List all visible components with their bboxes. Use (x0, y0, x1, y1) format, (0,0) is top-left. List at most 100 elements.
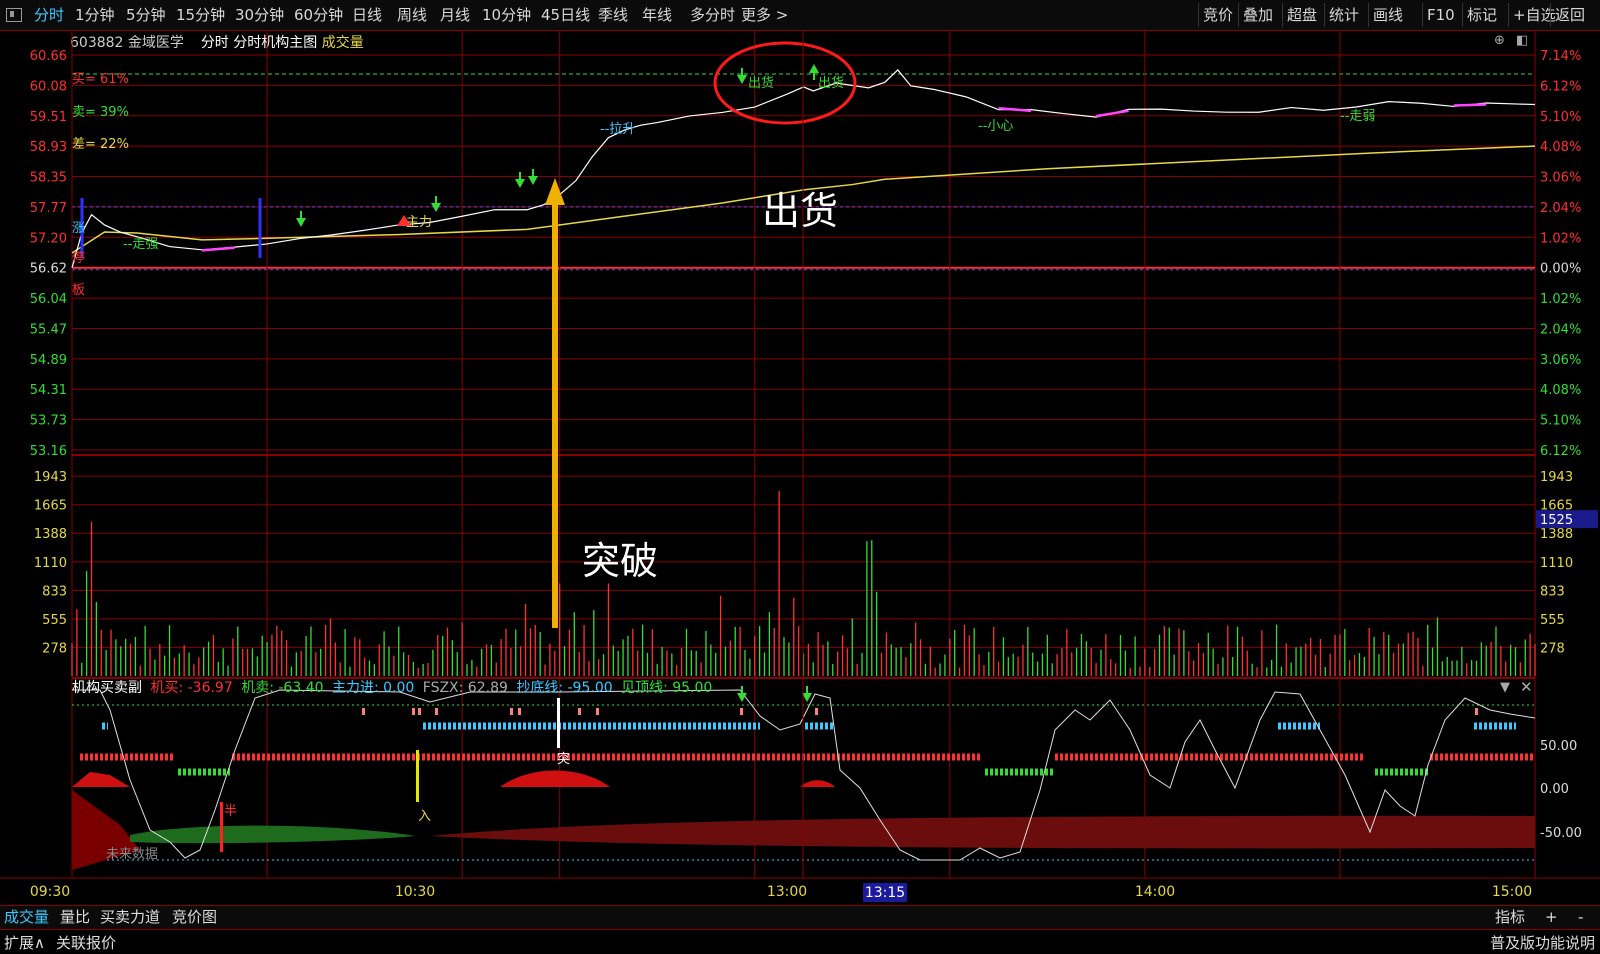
intraday-chart[interactable]: 60.66 7.14% 60.08 6.12% 59.51 5.10% 58.93 4.08%… (0, 30, 1600, 905)
signal-label-weak: --走弱 (1340, 109, 1375, 124)
sub-red-hump-3 (800, 780, 835, 787)
sub-pink-mark (596, 708, 599, 715)
volume-tick-label: 278 (42, 641, 67, 656)
bottom-tab-0[interactable]: 成交量 (4, 906, 49, 928)
signal-label-careful: --小心 (978, 119, 1013, 134)
signal-label-rise: --拉升 (600, 122, 635, 137)
period-tab-13[interactable]: 多分时 (690, 0, 735, 30)
sub-panel-title[interactable]: 机构买卖副 (72, 680, 142, 696)
bottom-right-2[interactable]: - (1578, 906, 1583, 928)
period-tab-8[interactable]: 月线 (440, 0, 470, 30)
period-tab-14[interactable]: 更多 > (741, 0, 788, 30)
pct-tick-label: 2.04% (1540, 322, 1581, 337)
pct-tick-label: 1.02% (1540, 292, 1581, 307)
limit-board-char: 板 (72, 283, 85, 298)
toolbar-right-4[interactable]: 画线 (1368, 3, 1407, 27)
buy-percentage: 买= 61% (72, 72, 129, 87)
breakout-arrow-head (545, 178, 565, 205)
edition-info-link[interactable]: 普及版功能说明 (1490, 932, 1595, 954)
volume-tick-label-right: 1943 (1540, 470, 1573, 485)
sub-red-hump-2 (500, 770, 610, 787)
bottom-right-0[interactable]: 指标 (1495, 906, 1525, 928)
sub-pink-mark (362, 708, 365, 715)
period-tab-1[interactable]: 1分钟 (75, 0, 115, 30)
sub-red-hump (72, 772, 130, 787)
volume-tick-label: 1388 (34, 527, 67, 542)
volume-tick-label: 1943 (34, 470, 67, 485)
toolbar-right-3[interactable]: 统计 (1324, 3, 1363, 27)
period-tab-12[interactable]: 年线 (642, 0, 672, 30)
time-axis-label: 13:00 (767, 884, 807, 900)
volume-tick-label: 555 (42, 613, 67, 628)
bottom-tab-2[interactable]: 买卖力道 (100, 906, 160, 928)
dropdown-icon[interactable]: ▼ (1500, 680, 1510, 695)
volume-tick-label-right: 555 (1540, 613, 1565, 628)
toolbar-right-5[interactable]: F10 (1422, 3, 1459, 27)
volume-tick-label-right: 833 (1540, 584, 1565, 599)
period-tab-5[interactable]: 60分钟 (294, 0, 343, 30)
pct-tick-label: 6.12% (1540, 79, 1581, 94)
sub-pink-mark (740, 708, 743, 715)
bottom-tab-3[interactable]: 竞价图 (172, 906, 217, 928)
price-tick-label: 58.93 (30, 140, 67, 155)
price-tick-label: 55.47 (30, 322, 67, 337)
related-quotes-button[interactable]: 关联报价 (56, 932, 116, 954)
price-tick-label: 56.04 (30, 292, 67, 307)
highlight-segment (998, 106, 1032, 113)
indicator-tabs: 成交量 量比 买卖力道 竞价图 指标 + - (0, 905, 1600, 929)
toolbar-right-1[interactable]: 叠加 (1238, 3, 1277, 27)
period-tab-2[interactable]: 5分钟 (126, 0, 166, 30)
limit-stop-char: 停 (72, 250, 85, 266)
price-tick-label: 54.89 (30, 353, 67, 368)
pct-tick-label: 7.14% (1540, 49, 1581, 64)
volume-tick-label-right: 1110 (1540, 556, 1573, 571)
sub-pink-mark (412, 708, 415, 715)
pct-tick-label: 6.12% (1540, 444, 1581, 459)
period-tab-6[interactable]: 日线 (352, 0, 382, 30)
toolbar-right-6[interactable]: 标记 (1462, 3, 1501, 27)
volume-tick-label-right: 1388 (1540, 527, 1573, 542)
signal-label-strong: --走强 (123, 237, 158, 252)
sub-future-label: 未来数据 (106, 847, 158, 862)
bottom-tab-1[interactable]: 量比 (60, 906, 90, 928)
toolbar-right-2[interactable]: 超盘 (1282, 3, 1321, 27)
sub-pink-mark (815, 708, 818, 715)
sub-pink-mark (435, 708, 438, 715)
period-tab-11[interactable]: 季线 (598, 0, 628, 30)
sub-entry-char: 入 (418, 809, 431, 824)
pct-tick-label: 3.06% (1540, 171, 1581, 186)
sub-indicator-value-2: 主力进: 0.00 (327, 680, 415, 696)
price-tick-label: 53.16 (30, 444, 67, 459)
pct-tick-label: 5.10% (1540, 110, 1581, 125)
sub-pink-mark (518, 708, 521, 715)
sub-indicator-value-1: 机卖: -63.40 (236, 680, 324, 696)
period-tab-7[interactable]: 周线 (397, 0, 427, 30)
period-tab-10[interactable]: 45日线 (541, 0, 590, 30)
toolbar-right-8[interactable]: 返回 (1550, 3, 1589, 27)
pct-tick-label: 4.08% (1540, 383, 1581, 398)
window-menu-icon[interactable] (6, 8, 22, 22)
period-tab-9[interactable]: 10分钟 (482, 0, 531, 30)
period-toolbar: 分时 1分钟 5分钟 15分钟 30分钟 60分钟 日线 周线 月线 10分钟 45日线 季线 年线 多分… (0, 0, 1600, 31)
cursor-time-label: 13:15 (865, 885, 905, 901)
sub-pink-mark (418, 708, 421, 715)
sub-indicator-value-4: 抄底线: -95.00 (511, 680, 613, 696)
price-tick-label: 58.35 (30, 171, 67, 186)
pct-tick-label: 0.00% (1540, 262, 1581, 277)
toolbar-right-0[interactable]: 竞价 (1198, 3, 1237, 27)
breakout-annotation: 突破 (582, 539, 659, 583)
limit-up-char: 涨 (72, 221, 85, 236)
pct-tick-label: 4.08% (1540, 140, 1581, 155)
sub-entry-bar (416, 750, 419, 802)
close-icon[interactable]: ✕ (1520, 678, 1533, 696)
bottom-right-1[interactable]: + (1545, 906, 1558, 928)
period-tab-0[interactable]: 分时 (34, 0, 64, 30)
sub-pink-mark (510, 708, 513, 715)
volume-tick-label-right: 278 (1540, 641, 1565, 656)
price-tick-label: 60.08 (30, 79, 67, 94)
pct-tick-label: 5.10% (1540, 414, 1581, 429)
period-tab-3[interactable]: 15分钟 (176, 0, 225, 30)
expand-button[interactable]: 扩展∧ (4, 932, 45, 954)
period-tab-4[interactable]: 30分钟 (235, 0, 284, 30)
highlight-segment (201, 246, 235, 252)
